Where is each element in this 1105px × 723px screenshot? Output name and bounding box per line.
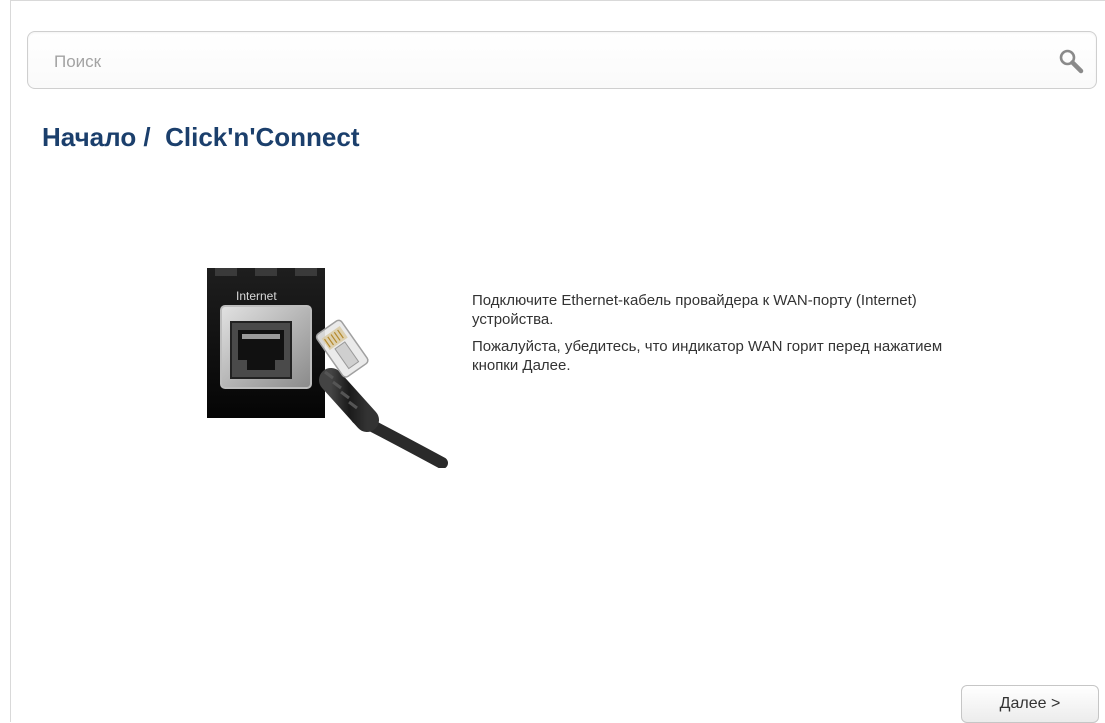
instructions: Подключите Ethernet-кабель провайдера к … [472,291,992,383]
next-button[interactable]: Далее > [961,685,1099,723]
instruction-wan-indicator: Пожалуйста, убедитесь, что индикатор WAN… [472,338,943,374]
search-input[interactable] [52,46,1016,78]
page-title: Начало / Click'n'Connect [42,122,360,153]
instruction-connect: Подключите Ethernet-кабель провайдера к … [472,292,917,328]
search-bar [27,31,1097,89]
breadcrumb-root[interactable]: Начало / [42,122,151,152]
search-icon[interactable] [1056,46,1086,76]
breadcrumb-current: Click'n'Connect [165,122,360,152]
port-label: Internet [236,289,277,303]
ethernet-cable-port-image: Internet [207,268,457,469]
